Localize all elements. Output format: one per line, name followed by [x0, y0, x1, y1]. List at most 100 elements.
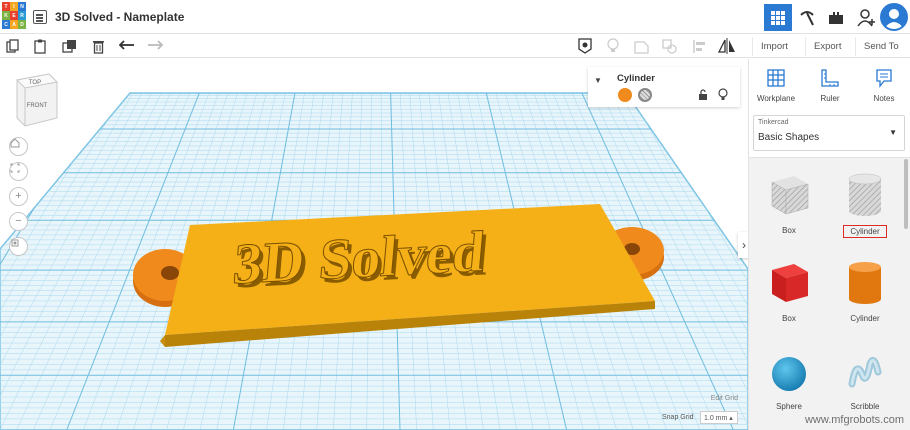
copy-icon — [6, 39, 19, 53]
document-title[interactable]: 3D Solved - Nameplate — [55, 10, 184, 24]
fit-icon — [10, 163, 20, 173]
trash-icon — [92, 40, 104, 54]
import-button[interactable]: Import — [752, 37, 796, 56]
ruler-label: Ruler — [820, 94, 840, 103]
group-button[interactable] — [632, 37, 650, 55]
perspective-button[interactable] — [9, 237, 28, 256]
align-button[interactable] — [690, 37, 708, 55]
shape-label: Box — [782, 314, 796, 323]
shape-label: Box — [782, 226, 796, 235]
shapes-grid: Box Cylinder Box Cylinder Sphere Scribbl… — [749, 157, 910, 430]
3d-design-view-button[interactable] — [764, 4, 792, 31]
send-to-button[interactable]: Send To — [855, 37, 907, 56]
grid-view-icon — [771, 10, 785, 25]
note-light-button[interactable] — [604, 37, 622, 55]
mirror-icon — [718, 38, 735, 54]
hole-swatch[interactable] — [638, 88, 652, 102]
shape-label: Scribble — [850, 402, 880, 411]
shape-cylinder[interactable]: Cylinder — [835, 258, 895, 324]
paste-button[interactable] — [31, 37, 49, 55]
minus-icon: − — [15, 215, 22, 227]
ungroup-button[interactable] — [660, 37, 678, 55]
redo-button[interactable] — [146, 37, 164, 55]
ruler-tool[interactable]: Ruler — [806, 67, 854, 103]
pickaxe-icon — [800, 10, 814, 25]
shape-label: Cylinder — [850, 314, 880, 323]
collapse-inspector-icon[interactable]: ▼ — [594, 76, 602, 85]
add-user-icon — [857, 8, 875, 26]
show-all-button[interactable] — [576, 37, 594, 55]
shape-sphere[interactable]: Sphere — [759, 350, 819, 412]
box-icon — [772, 264, 808, 302]
user-avatar[interactable] — [880, 3, 908, 31]
workplane-icon — [767, 69, 785, 87]
home-icon — [10, 138, 20, 148]
circuits-button[interactable] — [793, 4, 821, 31]
shapes-scrollbar[interactable] — [904, 159, 908, 229]
fit-view-button[interactable] — [9, 162, 28, 181]
align-icon — [692, 39, 705, 53]
chevron-right-icon: › — [742, 238, 746, 252]
add-user-button[interactable] — [853, 4, 881, 31]
shape-label: Sphere — [776, 402, 802, 411]
sphere-icon — [772, 357, 806, 391]
undo-icon — [119, 40, 134, 50]
plate-text: 3D Solved — [231, 219, 488, 297]
duplicate-icon — [61, 39, 76, 53]
redo-icon — [148, 40, 163, 50]
view-cube[interactable]: TOP FRONT — [15, 72, 61, 128]
avatar-icon — [884, 9, 904, 29]
edit-grid-button[interactable]: Edit Grid — [688, 395, 738, 407]
shape-cylinder-hole[interactable]: Cylinder — [835, 170, 895, 238]
paste-icon — [34, 39, 46, 54]
workplane-scene[interactable]: 3D Solved 3D Solved — [0, 59, 748, 430]
view-cube-front[interactable]: FRONT — [27, 103, 48, 109]
workplane-tool[interactable]: Workplane — [752, 67, 800, 103]
perspective-icon — [11, 239, 19, 247]
mirror-button[interactable] — [718, 37, 736, 55]
library-category: Tinkercad — [758, 119, 789, 126]
lock-icon[interactable] — [698, 89, 708, 101]
workplane-canvas[interactable]: 3D Solved 3D Solved TOP FRONT + − — [0, 59, 748, 430]
shape-box[interactable]: Box — [759, 258, 819, 324]
top-bar: T I N K E R C A D 3D Solved - Nameplate — [0, 0, 910, 34]
shape-box-hole[interactable]: Box — [759, 170, 819, 236]
design-list-icon[interactable] — [33, 10, 47, 24]
export-button[interactable]: Export — [805, 37, 849, 56]
duplicate-button[interactable] — [60, 37, 78, 55]
panel-tools: Workplane Ruler Notes — [749, 59, 910, 109]
delete-button[interactable] — [89, 37, 107, 55]
zoom-in-button[interactable]: + — [9, 187, 28, 206]
shape-inspector: ▼ Cylinder — [588, 67, 740, 107]
snap-grid-select[interactable]: 1.0 mm ▴ — [700, 411, 738, 424]
shape-library-select[interactable]: Tinkercad Basic Shapes ▼ — [753, 115, 905, 151]
shape-scribble[interactable]: Scribble — [835, 350, 895, 412]
right-panel: Workplane Ruler Notes Tinkercad Basic Sh… — [748, 59, 910, 430]
eye-icon — [578, 38, 592, 54]
shape-label-highlighted: Cylinder — [843, 225, 887, 238]
workplane-label: Workplane — [756, 94, 796, 103]
ruler-icon — [821, 69, 839, 87]
codeblocks-button[interactable] — [822, 4, 850, 31]
library-name: Basic Shapes — [758, 132, 820, 143]
zoom-out-button[interactable]: − — [9, 212, 28, 231]
undo-button[interactable] — [118, 37, 136, 55]
inspector-title: Cylinder — [617, 73, 656, 84]
watermark-text: www.mfgrobots.com — [804, 414, 904, 426]
solid-color-swatch[interactable] — [618, 88, 632, 102]
notes-tool[interactable]: Notes — [860, 67, 908, 103]
notes-icon — [876, 69, 892, 88]
plus-icon: + — [15, 190, 22, 202]
cylinder-hole-icon — [848, 173, 882, 216]
view-cube-top[interactable]: TOP — [29, 80, 41, 86]
light-bulb-icon[interactable] — [718, 88, 728, 101]
copy-button[interactable] — [4, 37, 22, 55]
box-hole-icon — [771, 176, 809, 215]
notes-label: Notes — [873, 94, 895, 103]
edit-toolbar: Import Export Send To — [0, 34, 910, 58]
scribble-icon — [848, 356, 882, 388]
home-view-button[interactable] — [9, 137, 28, 156]
snap-grid-label: Snap Grid — [662, 414, 694, 421]
tinkercad-logo[interactable]: T I N K E R C A D — [2, 2, 26, 30]
blocks-icon — [829, 11, 843, 24]
